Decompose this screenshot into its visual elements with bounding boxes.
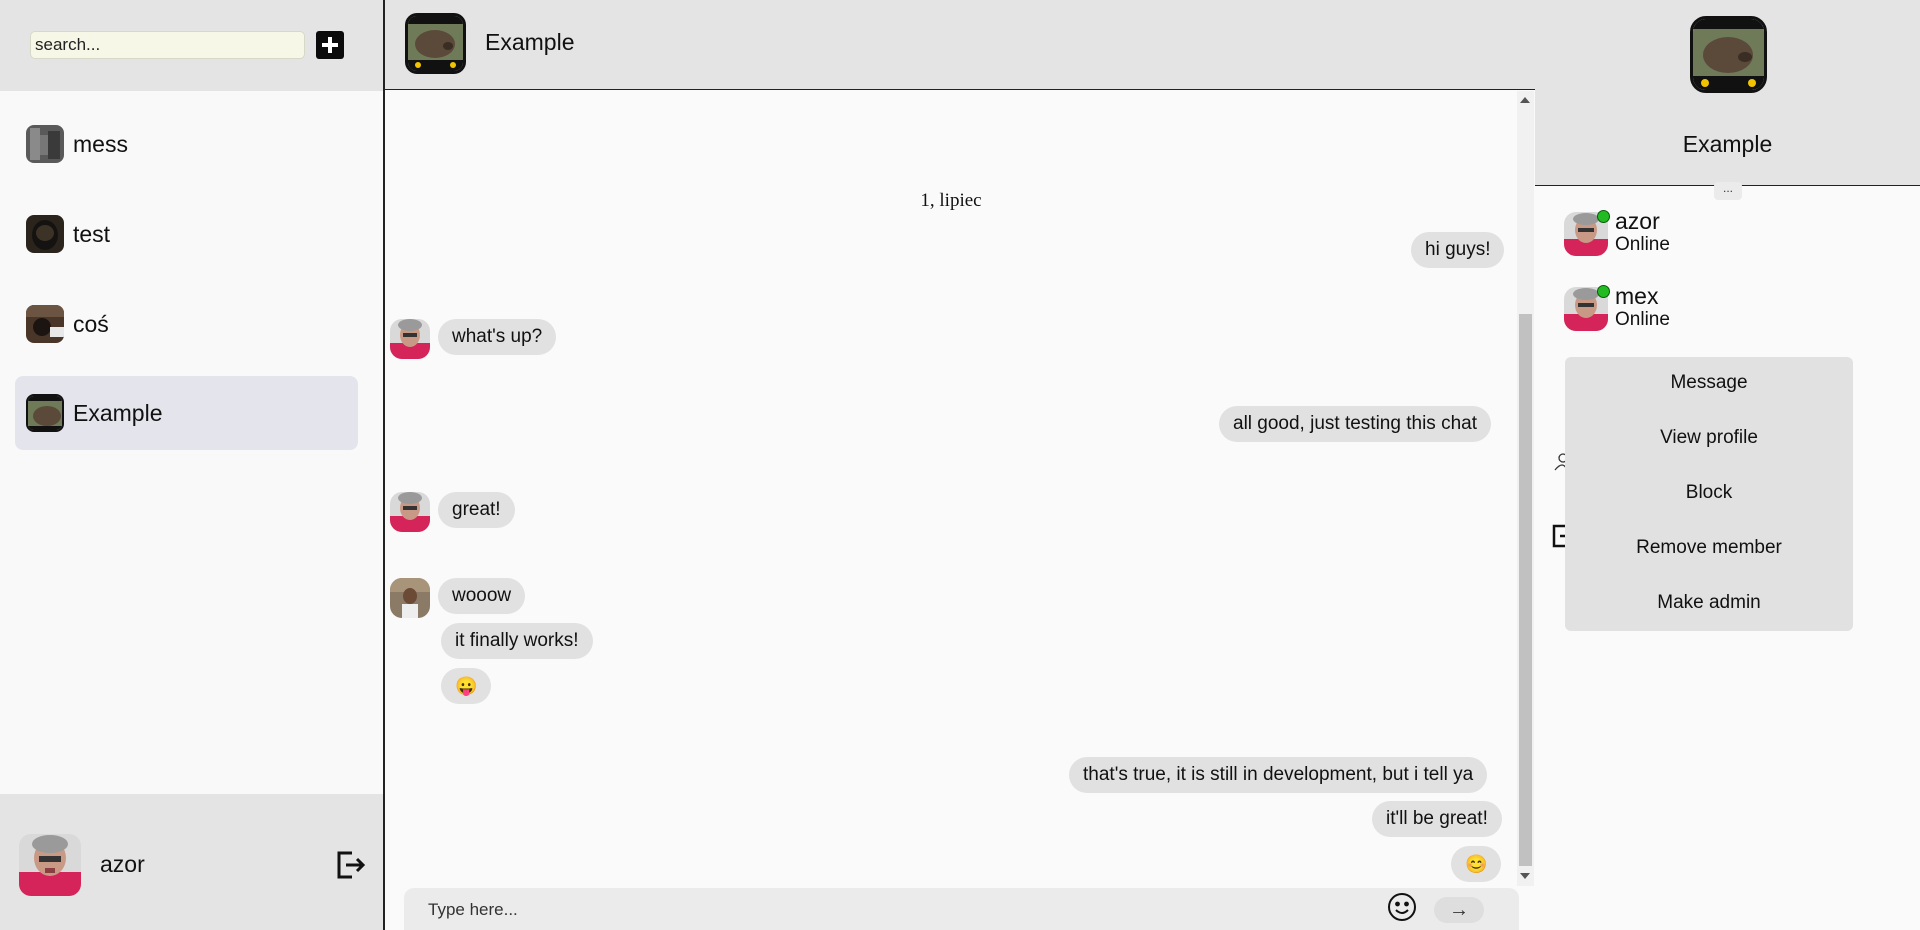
more-options-button[interactable]: ... xyxy=(1714,182,1742,200)
chat-avatar xyxy=(405,13,466,74)
message-bubble: 😊 xyxy=(1451,846,1502,882)
search-input[interactable] xyxy=(30,31,305,59)
avatar xyxy=(390,319,430,359)
message-bubble: hi guys! xyxy=(1411,232,1505,268)
member-name: mex xyxy=(1615,283,1659,309)
member-item[interactable]: azor Online xyxy=(1564,206,1764,258)
current-user-name: azor xyxy=(100,851,145,877)
message-bubble: it finally works! xyxy=(441,623,593,659)
message-bubble: 😛 xyxy=(441,668,492,704)
chat-thumb xyxy=(26,305,64,343)
group-title: Example xyxy=(1682,131,1773,157)
chat-item-mess[interactable]: mess xyxy=(15,107,358,181)
member-name: azor xyxy=(1615,208,1660,234)
scroll-up-icon[interactable] xyxy=(1520,97,1530,103)
menu-item-message[interactable]: Message xyxy=(1565,365,1853,401)
chat-thumb xyxy=(26,394,64,432)
menu-item-view-profile[interactable]: View profile xyxy=(1565,420,1853,456)
member-item[interactable]: mex Online xyxy=(1564,281,1764,333)
add-chat-button[interactable] xyxy=(316,31,344,59)
avatar xyxy=(390,492,430,532)
message-bubble: that's true, it is still in development,… xyxy=(1069,757,1488,793)
menu-item-block[interactable]: Block xyxy=(1565,475,1853,511)
scroll-down-icon[interactable] xyxy=(1520,873,1530,879)
smiley-icon[interactable] xyxy=(1387,892,1417,922)
avatar xyxy=(390,578,430,618)
chat-thumb xyxy=(26,125,64,163)
message-bubble: all good, just testing this chat xyxy=(1219,406,1491,442)
chat-thumb xyxy=(26,215,64,253)
online-status-icon xyxy=(1597,210,1610,223)
date-separator: 1, lipiec xyxy=(920,190,982,211)
menu-item-make-admin[interactable]: Make admin xyxy=(1565,585,1853,621)
message-bubble: wooow xyxy=(438,578,526,614)
menu-item-remove-member[interactable]: Remove member xyxy=(1565,530,1853,566)
chat-label: mess xyxy=(73,131,128,157)
message-bubble: what's up? xyxy=(438,319,557,355)
chat-label: test xyxy=(73,221,111,247)
avatar[interactable] xyxy=(19,834,81,896)
group-avatar xyxy=(1690,16,1767,93)
message-bubble: it'll be great! xyxy=(1372,801,1502,837)
member-status: Online xyxy=(1615,234,1670,255)
scrollbar-thumb[interactable] xyxy=(1519,314,1532,866)
member-status: Online xyxy=(1615,309,1670,330)
message-bubble: great! xyxy=(438,492,515,528)
message-input[interactable] xyxy=(428,897,1368,923)
online-status-icon xyxy=(1597,285,1610,298)
chat-title: Example xyxy=(485,29,575,55)
chat-item-example[interactable]: Example xyxy=(15,376,358,450)
logout-icon[interactable] xyxy=(334,849,366,881)
send-button[interactable]: → xyxy=(1434,897,1484,923)
chat-label: coś xyxy=(73,311,109,337)
chat-item-test[interactable]: test xyxy=(15,197,358,271)
chat-label: Example xyxy=(73,400,163,426)
chat-item-cos[interactable]: coś xyxy=(15,287,358,361)
